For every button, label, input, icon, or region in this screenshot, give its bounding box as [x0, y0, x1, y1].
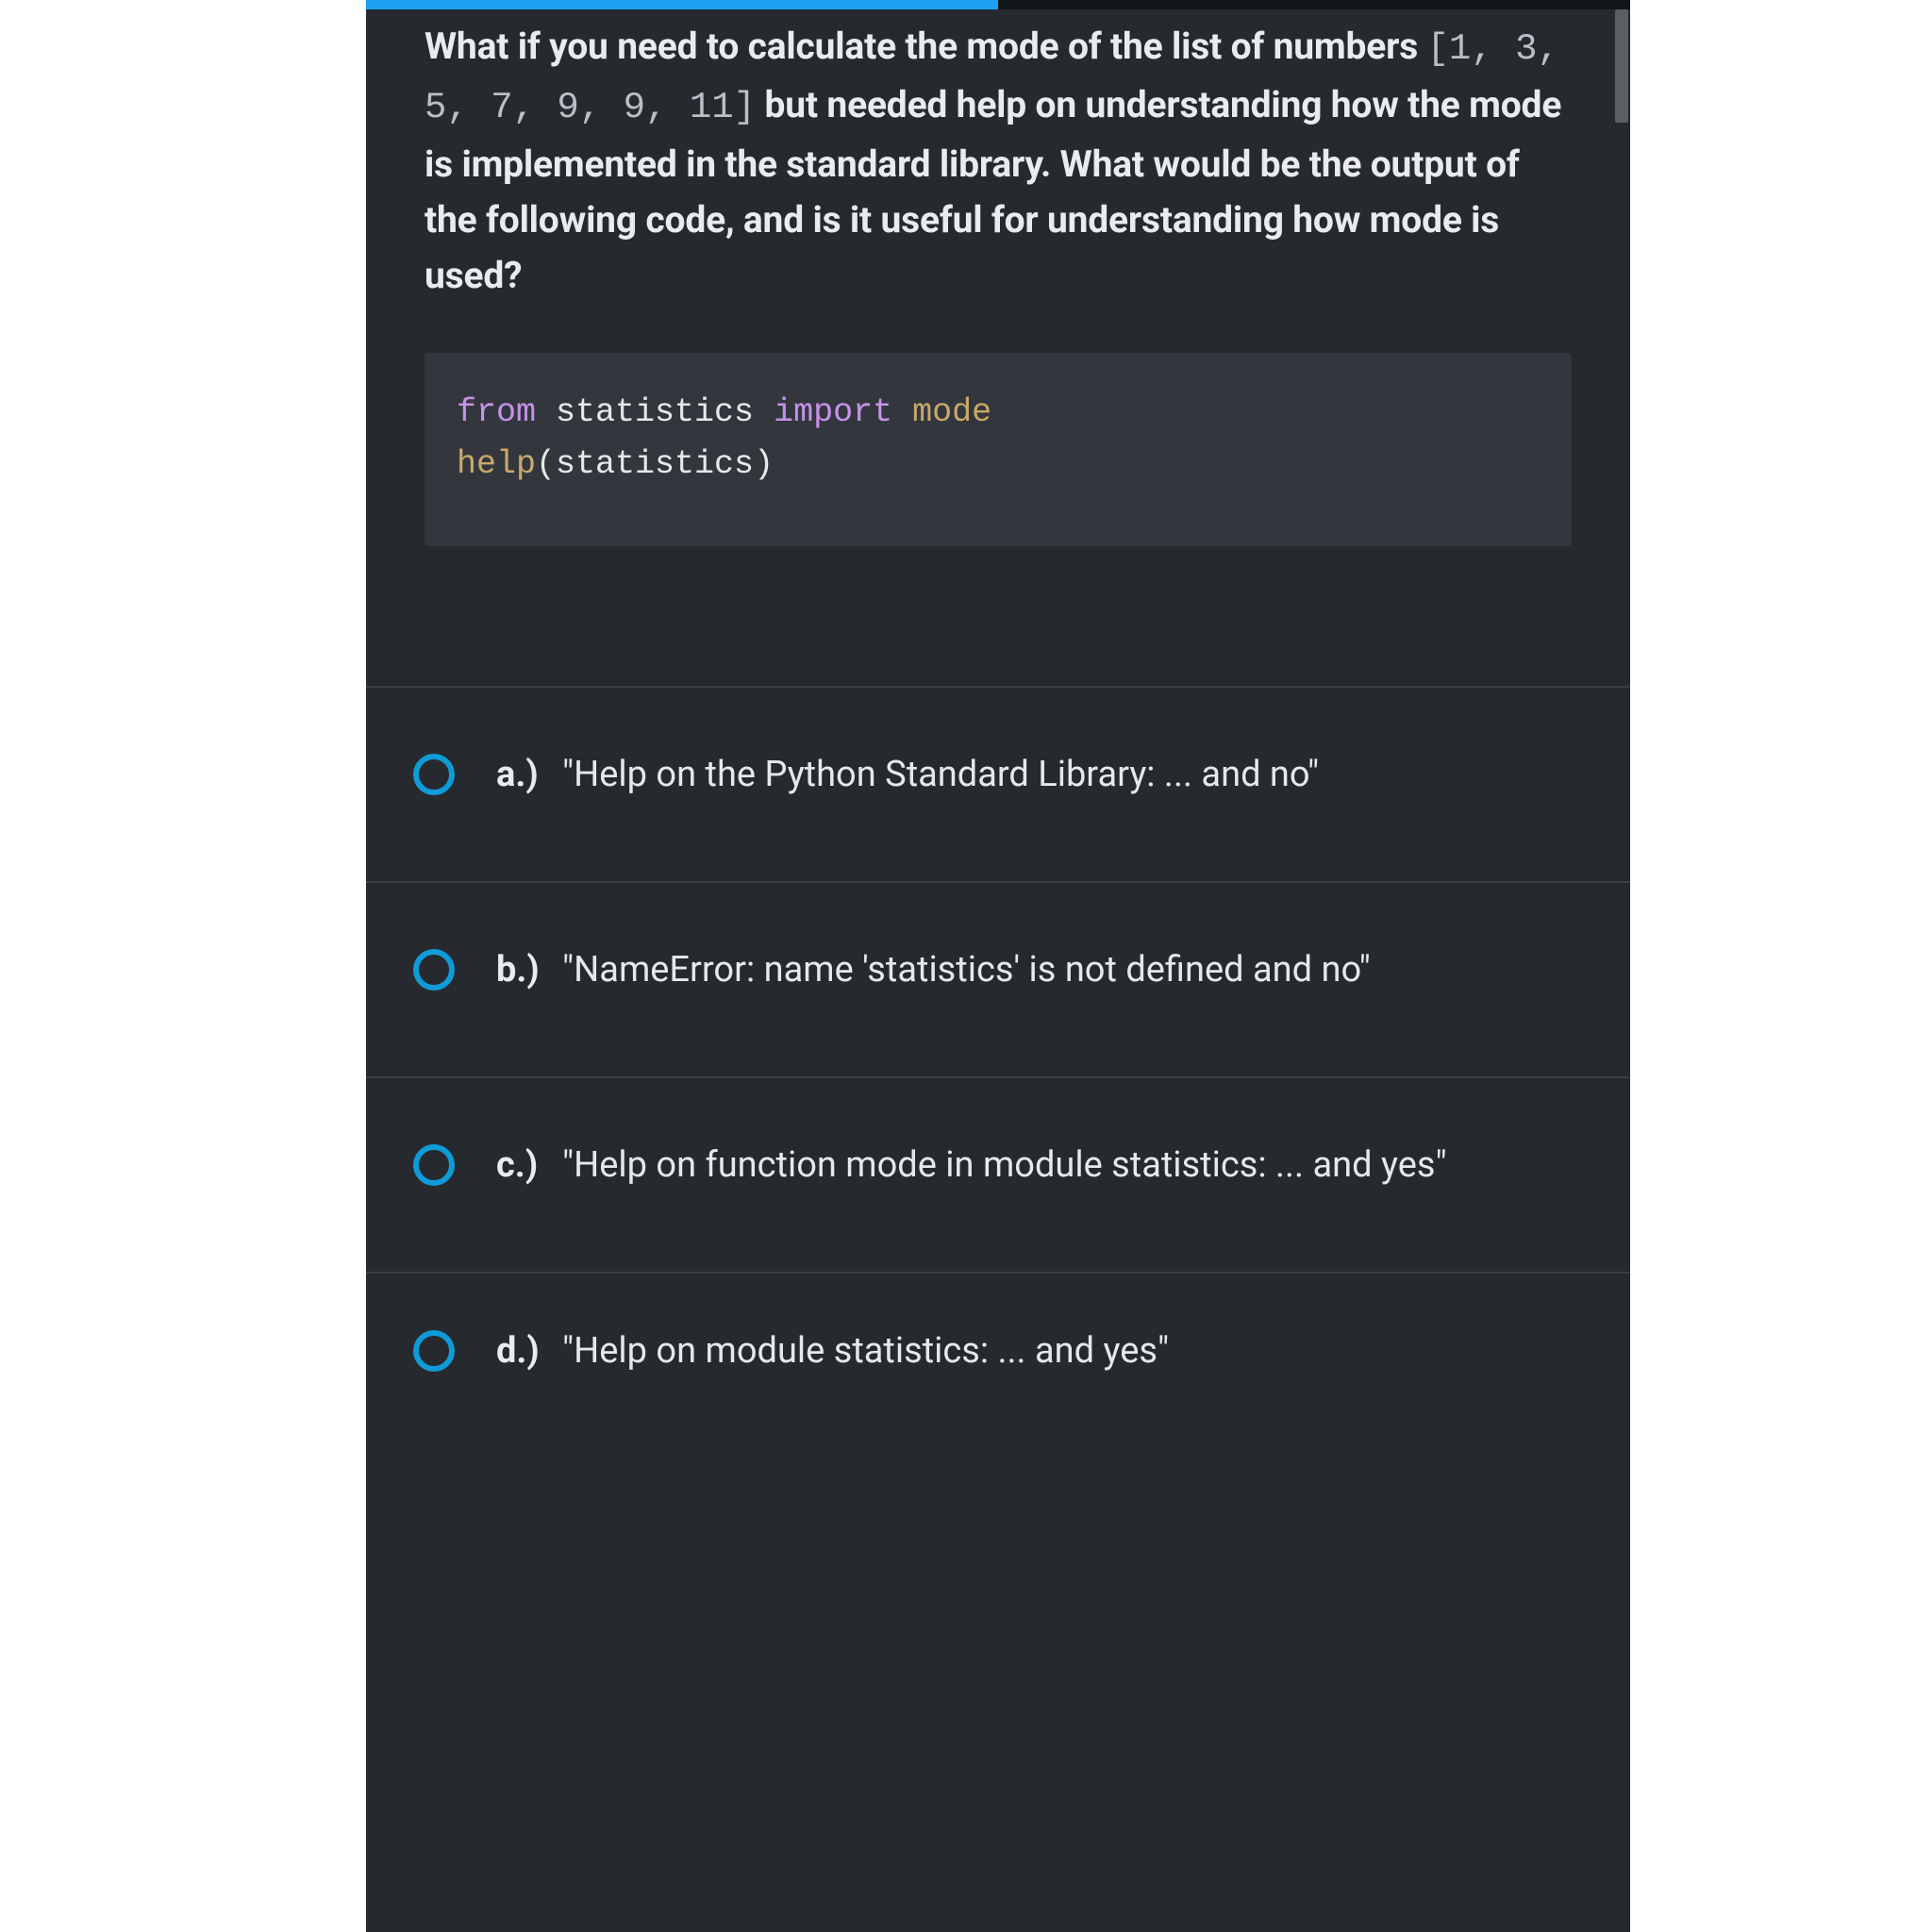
answer-text: "Help on function mode in module statist… [562, 1139, 1447, 1192]
code-arg-statistics: statistics [556, 445, 754, 483]
answer-body: a.) "Help on the Python Standard Library… [496, 748, 1583, 802]
answer-option-b[interactable]: b.) "NameError: name 'statistics' is not… [366, 881, 1630, 1076]
answer-option-d[interactable]: d.) "Help on module statistics: ... and … [366, 1272, 1630, 1378]
answer-label: c.) [496, 1139, 549, 1192]
scrollbar-thumb[interactable] [1615, 9, 1628, 123]
radio-c[interactable] [413, 1144, 455, 1186]
question-text: What if you need to calculate the mode o… [425, 19, 1572, 304]
answer-body: d.) "Help on module statistics: ... and … [496, 1324, 1583, 1378]
code-paren-open: ( [536, 445, 556, 483]
quiz-panel: What if you need to calculate the mode o… [366, 0, 1630, 1932]
progress-fill [366, 0, 998, 9]
code-module-statistics: statistics [556, 393, 754, 431]
code-call-help: help [457, 445, 536, 483]
scrollbar[interactable] [1613, 9, 1630, 1932]
radio-d[interactable] [413, 1330, 455, 1372]
answer-option-c[interactable]: c.) "Help on function mode in module sta… [366, 1076, 1630, 1272]
page-wrap: What if you need to calculate the mode o… [0, 0, 1932, 1932]
code-name-mode: mode [912, 393, 991, 431]
question-prefix: What if you need to calculate the mode o… [425, 25, 1427, 68]
answer-body: b.) "NameError: name 'statistics' is not… [496, 943, 1583, 997]
progress-track [366, 0, 1630, 9]
code-paren-close: ) [754, 445, 774, 483]
answer-option-a[interactable]: a.) "Help on the Python Standard Library… [366, 686, 1630, 881]
code-keyword-import: import [774, 393, 892, 431]
answer-body: c.) "Help on function mode in module sta… [496, 1139, 1583, 1192]
answer-text: "Help on the Python Standard Library: ..… [562, 748, 1319, 802]
answer-label: a.) [496, 748, 549, 802]
code-block: from statistics import mode help(statist… [425, 353, 1572, 546]
answers-list: a.) "Help on the Python Standard Library… [366, 686, 1630, 1378]
code-keyword-from: from [457, 393, 536, 431]
answer-label: d.) [496, 1324, 549, 1378]
answer-text: "Help on module statistics: ... and yes" [562, 1324, 1169, 1378]
answer-label: b.) [496, 943, 549, 997]
radio-a[interactable] [413, 754, 455, 795]
answer-text: "NameError: name 'statistics' is not def… [562, 943, 1371, 997]
radio-b[interactable] [413, 949, 455, 991]
question-area: What if you need to calculate the mode o… [366, 0, 1630, 591]
